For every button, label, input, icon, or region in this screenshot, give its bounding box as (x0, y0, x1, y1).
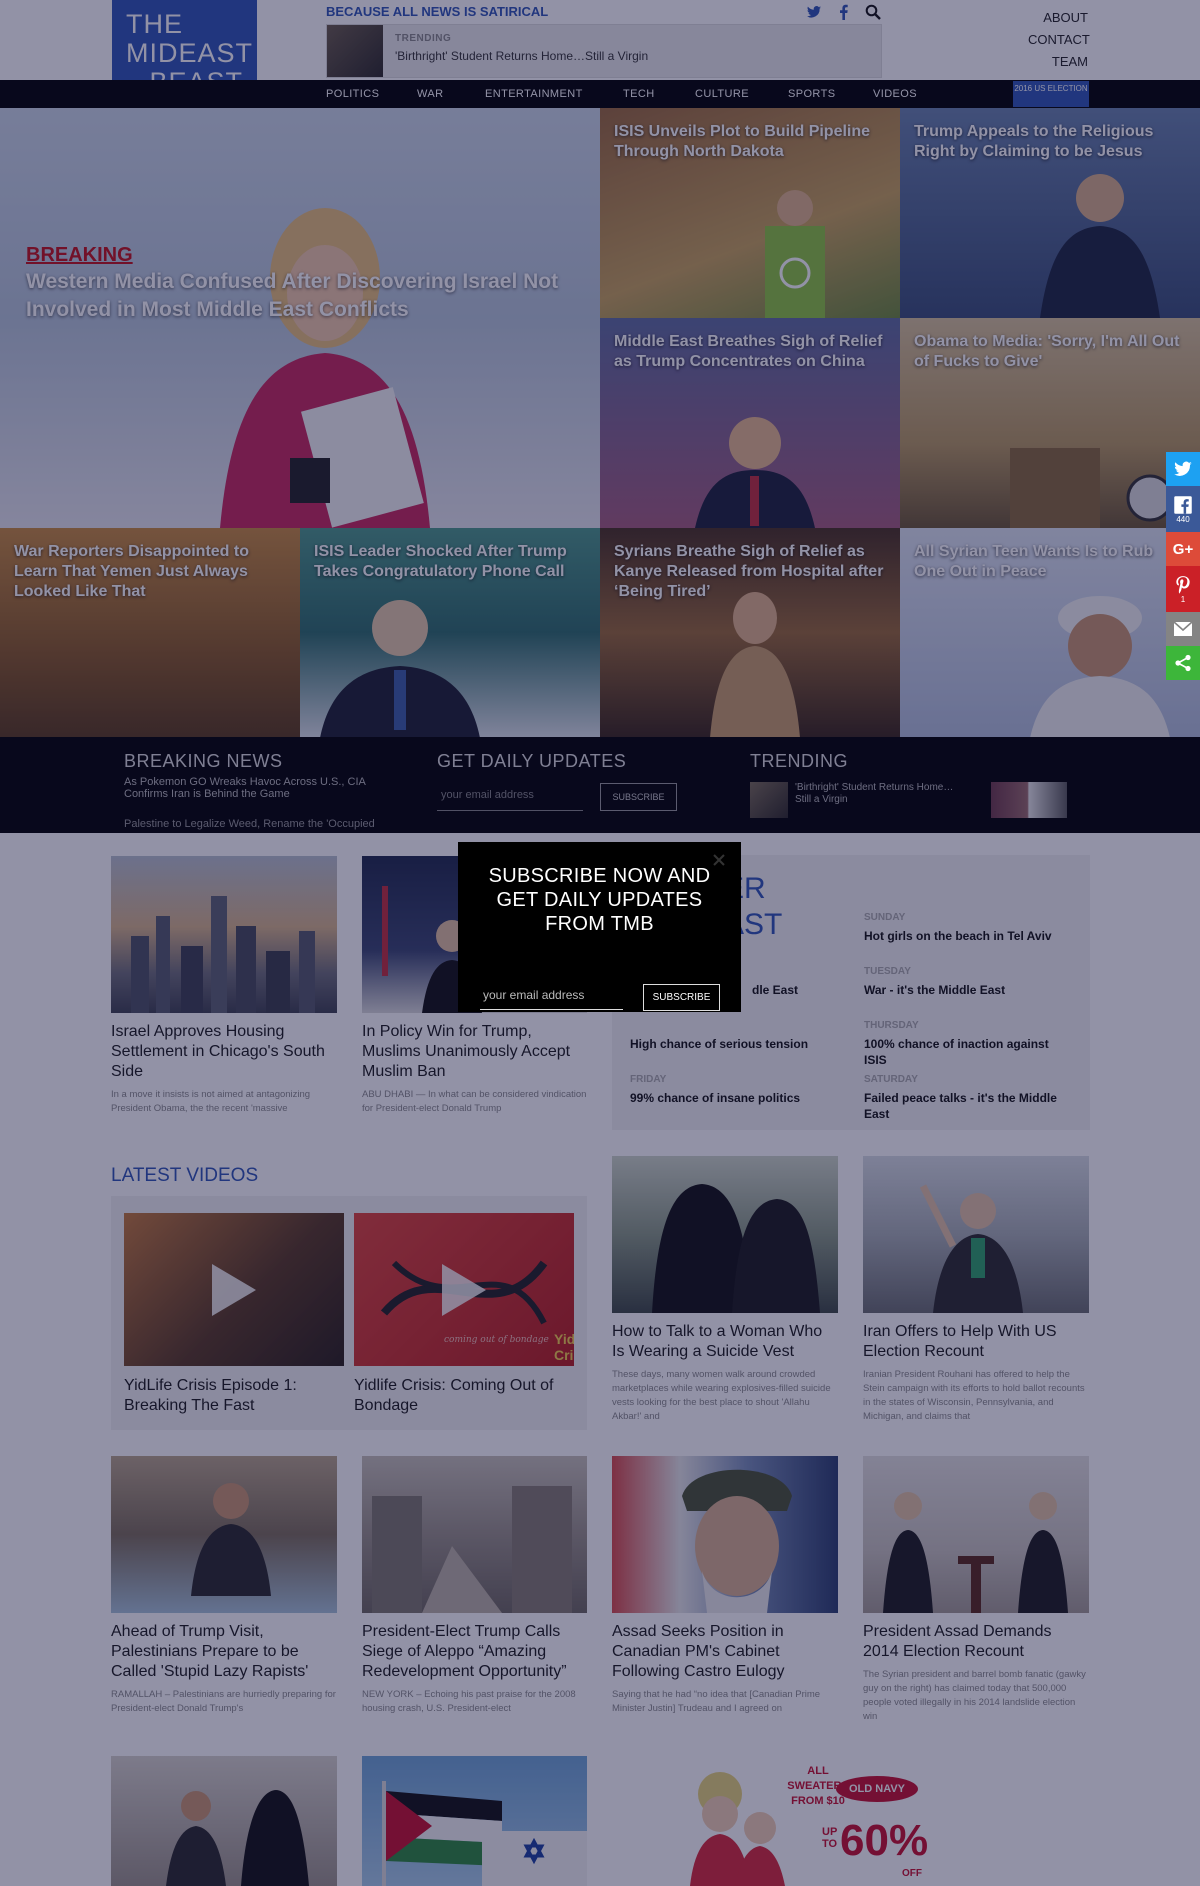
facebook-share-count: 440 (1176, 514, 1190, 524)
facebook-icon (1173, 495, 1193, 515)
share-facebook[interactable]: 440 (1166, 486, 1200, 532)
subscribe-modal: SUBSCRIBE NOW AND GET DAILY UPDATES FROM… (458, 842, 741, 1012)
share-email[interactable] (1166, 612, 1200, 646)
modal-title: SUBSCRIBE NOW AND GET DAILY UPDATES FROM… (488, 865, 711, 935)
google-plus-icon: G+ (1172, 540, 1194, 558)
pinterest-share-count: 1 (1180, 594, 1186, 604)
share-pinterest[interactable]: 1 (1166, 566, 1200, 612)
modal-subscribe-button[interactable]: SUBSCRIBE (643, 984, 720, 1011)
share-twitter[interactable] (1166, 452, 1200, 486)
close-icon[interactable] (711, 852, 727, 868)
twitter-icon (1173, 459, 1193, 479)
more-share-icon (1174, 654, 1192, 672)
modal-email-input[interactable]: your email address (480, 984, 623, 1010)
email-icon (1173, 621, 1193, 637)
share-google-plus[interactable]: G+ (1166, 532, 1200, 566)
share-more[interactable] (1166, 646, 1200, 680)
pinterest-icon (1174, 575, 1192, 595)
